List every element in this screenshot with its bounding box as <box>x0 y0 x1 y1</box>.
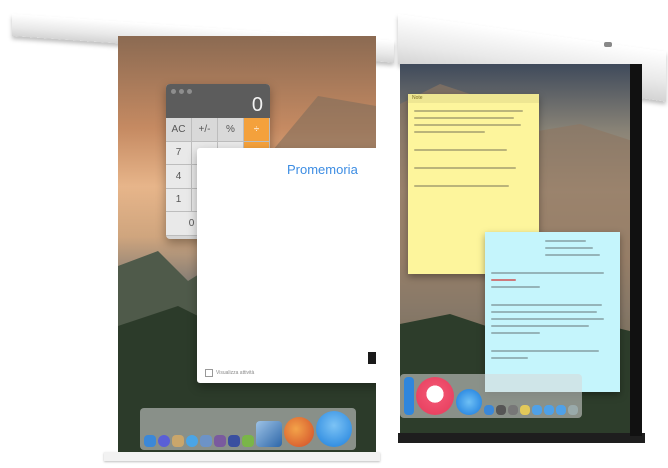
key-percent[interactable]: % <box>218 118 244 142</box>
calculator-titlebar: 0 <box>166 84 270 118</box>
sticky-text-lines-lower <box>491 272 614 364</box>
key-1[interactable]: 1 <box>166 188 192 212</box>
contacts-icon[interactable] <box>214 435 226 447</box>
key-divide[interactable]: ÷ <box>244 118 270 142</box>
checkbox-icon[interactable] <box>205 369 213 377</box>
sticky-tag: Note <box>412 95 423 101</box>
zoom-icon[interactable] <box>187 89 192 94</box>
sticky-text-lines <box>414 110 533 192</box>
left-screen-bottom-bar <box>104 452 380 461</box>
reminders-footer-label: Visualizza attività <box>216 370 255 376</box>
key-sign[interactable]: +/- <box>192 118 218 142</box>
folder-icon[interactable] <box>520 405 530 415</box>
key-clear[interactable]: AC <box>166 118 192 142</box>
reminders-window[interactable]: Promemoria Visualizza attività <box>197 148 376 383</box>
reminders-footer[interactable]: Visualizza attività <box>205 369 254 377</box>
launchpad-icon[interactable] <box>172 435 184 447</box>
app-store-small-icon[interactable] <box>456 389 482 415</box>
sticky-titlebar: Note <box>408 94 539 103</box>
right-dock <box>400 374 582 418</box>
minimize-icon[interactable] <box>179 89 184 94</box>
sticky-text-lines <box>545 240 614 261</box>
sticky-note-blue[interactable] <box>485 232 620 392</box>
right-screen-bottom-bar <box>398 433 645 443</box>
cursor-marker <box>368 352 376 364</box>
finder-icon[interactable] <box>144 435 156 447</box>
virtualbox-icon[interactable] <box>256 421 282 447</box>
left-dock <box>140 408 356 450</box>
right-projection-screen: Note <box>400 64 642 439</box>
itunes-icon[interactable] <box>416 377 454 415</box>
key-7[interactable]: 7 <box>166 141 192 165</box>
key-4[interactable]: 4 <box>166 165 192 189</box>
siri-icon[interactable] <box>158 435 170 447</box>
right-screen-right-border <box>630 64 642 436</box>
folder-icon[interactable] <box>532 405 542 415</box>
reminders-title: Promemoria <box>287 162 358 177</box>
ccleaner-icon[interactable] <box>284 417 314 447</box>
app-store-icon[interactable] <box>404 377 414 415</box>
projector-lens-icon <box>604 42 612 47</box>
app-store-icon[interactable] <box>316 411 352 447</box>
folder-icon[interactable] <box>508 405 518 415</box>
calculator-display: 0 <box>251 94 263 116</box>
trash-icon[interactable] <box>568 405 578 415</box>
notes-icon[interactable] <box>242 435 254 447</box>
mail-icon[interactable] <box>200 435 212 447</box>
close-icon[interactable] <box>171 89 176 94</box>
calendar-icon[interactable] <box>228 435 240 447</box>
folder-icon[interactable] <box>556 405 566 415</box>
safari-icon[interactable] <box>186 435 198 447</box>
left-projection-screen: 0 AC +/- % ÷ 7 8 9 × 4 5 6 − 1 2 3 + 0 ,… <box>118 36 376 454</box>
folder-icon[interactable] <box>544 405 554 415</box>
folder-icon[interactable] <box>496 405 506 415</box>
finder-small-icon[interactable] <box>484 405 494 415</box>
